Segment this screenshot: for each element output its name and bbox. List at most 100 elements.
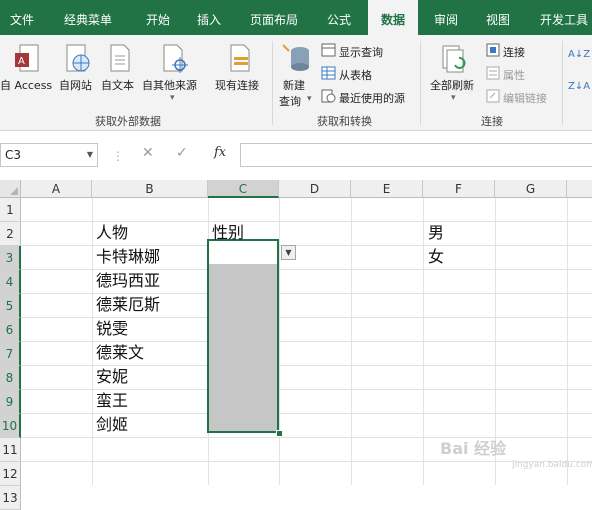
enter-icon[interactable]: ✓ [176,145,188,161]
row-header-10[interactable]: 10 [0,414,21,438]
row-header-9[interactable]: 9 [0,390,21,414]
access-icon: A [15,44,39,72]
row-header-2[interactable]: 2 [0,222,21,246]
formula-input[interactable] [240,143,592,167]
cell-b4[interactable]: 德玛西亚 [96,269,160,293]
select-all-button[interactable] [0,180,21,198]
cell-b9[interactable]: 蛮王 [96,389,128,413]
row-header-12[interactable]: 12 [0,462,21,486]
fill-handle[interactable] [276,430,283,437]
cell-f3[interactable]: 女 [428,245,444,269]
tab-home[interactable]: 开始 [146,0,170,35]
new-query-button-line2[interactable]: 查询 [279,93,301,109]
group-separator [562,41,563,125]
cell-b10[interactable]: 剑姬 [96,413,128,437]
gridline [21,461,592,462]
watermark-brand: Bai 经验 [440,439,507,458]
from-text-button[interactable]: 自文本 [101,77,134,93]
group-separator [420,41,421,125]
connections-button[interactable]: 连接 [503,44,525,60]
recent-sources-button[interactable]: 最近使用的源 [339,90,405,106]
name-box-value: C3 [5,148,22,162]
refresh-all-icon [442,45,466,73]
tab-classic-menu[interactable]: 经典菜单 [64,0,112,35]
refresh-all-button[interactable]: 全部刷新 [430,77,474,93]
new-query-dropdown-icon: ▾ [307,94,312,104]
row-header-5[interactable]: 5 [0,294,21,318]
column-header-d[interactable]: D [279,180,351,198]
text-file-icon [110,44,130,72]
name-box[interactable]: C3 ▼ [0,143,98,167]
row-header-8[interactable]: 8 [0,366,21,390]
tab-view[interactable]: 视图 [486,0,510,35]
sort-ascending-button[interactable]: A↓Z [568,49,590,60]
existing-connections-icon [230,44,250,72]
formula-bar: C3 ▼ ⋮ ✕ ✓ fx [0,131,592,181]
cell-f2[interactable]: 男 [428,221,444,245]
group-label-transform: 获取和转换 [317,115,372,128]
select-all-triangle-icon [10,187,18,195]
row-header-4[interactable]: 4 [0,270,21,294]
edit-links-button[interactable]: 编辑链接 [503,90,547,106]
recent-sources-icon [321,89,336,103]
row-header-3[interactable]: 3 [0,246,21,270]
cell-b7[interactable]: 德莱文 [96,341,144,365]
cell-b3[interactable]: 卡特琳娜 [96,245,160,269]
properties-icon [486,66,500,80]
column-header-f[interactable]: F [423,180,495,198]
other-sources-icon [163,44,188,73]
row-header-6[interactable]: 6 [0,318,21,342]
column-header-c[interactable]: C [208,180,279,198]
from-table-button[interactable]: 从表格 [339,67,372,83]
column-header-a[interactable]: A [21,180,92,198]
new-query-button-line1[interactable]: 新建 [283,77,305,93]
connections-icon [486,43,500,57]
row-header-11[interactable]: 11 [0,438,21,462]
data-validation-dropdown-icon[interactable]: ▼ [281,245,296,260]
tab-review[interactable]: 审阅 [434,0,458,35]
cell-b5[interactable]: 德莱厄斯 [96,293,160,317]
formula-bar-grip-icon: ⋮ [112,149,124,163]
insert-function-icon[interactable]: fx [214,145,226,160]
new-query-icon [282,44,309,71]
existing-connections-button[interactable]: 现有连接 [215,77,259,93]
cell-c2[interactable]: 性别 [212,221,244,245]
from-access-button[interactable]: 自 Access [0,77,52,93]
refresh-dropdown-icon: ▾ [451,93,456,103]
column-header-g[interactable]: G [495,180,567,198]
show-queries-icon [321,43,336,57]
worksheet-grid[interactable]: A B C D E F G 1 2 3 4 5 6 7 8 9 10 11 12… [0,180,592,510]
edit-links-icon [486,89,500,103]
group-label-connections: 连接 [481,115,503,128]
cell-b6[interactable]: 锐雯 [96,317,128,341]
watermark-url: jingyan.baidu.com [512,460,592,470]
web-icon [66,44,90,72]
column-header-partial[interactable] [567,180,592,198]
sort-descending-button[interactable]: Z↓A [568,81,590,92]
properties-button[interactable]: 属性 [503,67,525,83]
from-web-button[interactable]: 自网站 [59,77,92,93]
tab-file[interactable]: 文件 [10,0,34,35]
tab-formulas[interactable]: 公式 [327,0,351,35]
tab-page-layout[interactable]: 页面布局 [250,0,298,35]
cancel-icon[interactable]: ✕ [142,145,154,161]
cell-b8[interactable]: 安妮 [96,365,128,389]
column-header-b[interactable]: B [92,180,208,198]
from-other-sources-button[interactable]: 自其他来源 [142,77,197,93]
show-queries-button[interactable]: 显示查询 [339,44,383,60]
tab-data[interactable]: 数据 [368,0,418,35]
selected-range-c3-c10[interactable] [207,239,279,433]
row-header-13[interactable]: 13 [0,486,21,510]
cell-b2[interactable]: 人物 [96,221,128,245]
ribbon-data-panel: A 自 Access 自网站 自文本 自其他来源 ▾ 现有连接 获取外部数据 新… [0,35,592,131]
tab-insert[interactable]: 插入 [197,0,221,35]
from-table-icon [321,66,336,80]
row-header-7[interactable]: 7 [0,342,21,366]
ribbon-tab-bar: 文件 经典菜单 开始 插入 页面布局 公式 数据 审阅 视图 开发工具 [0,0,592,35]
column-header-e[interactable]: E [351,180,423,198]
gridline [21,437,592,438]
row-header-1[interactable]: 1 [0,198,21,222]
group-label-external: 获取外部数据 [95,115,161,128]
name-box-dropdown-icon[interactable]: ▼ [87,144,93,166]
tab-developer[interactable]: 开发工具 [540,0,588,35]
